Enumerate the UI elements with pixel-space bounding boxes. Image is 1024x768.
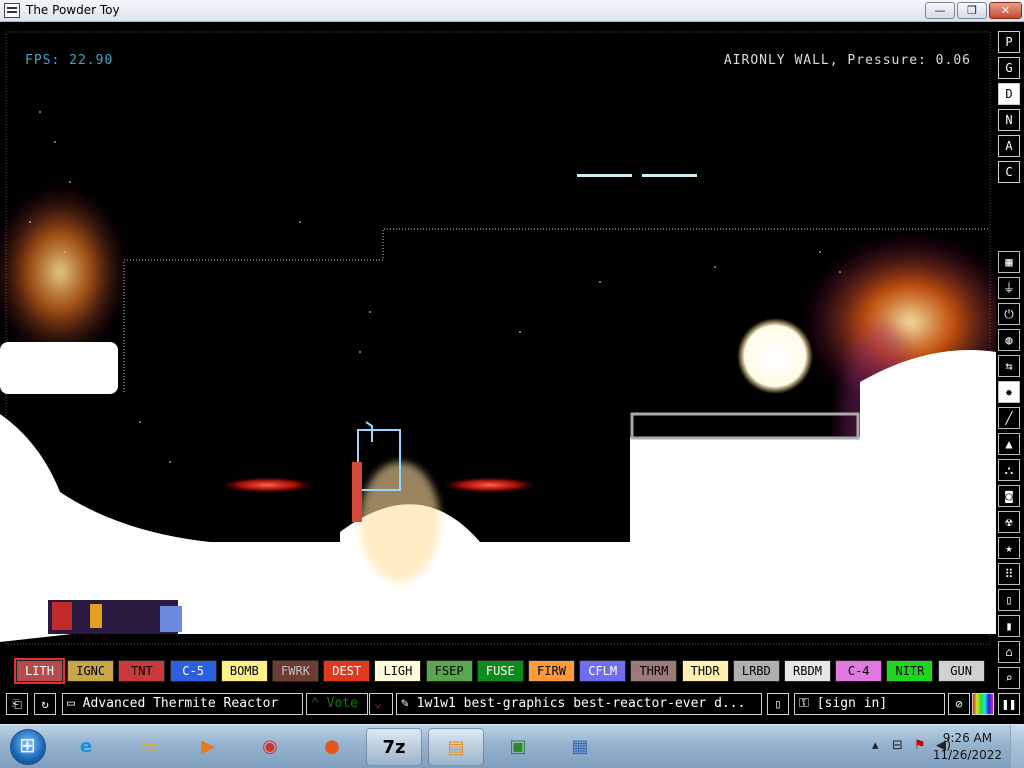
element-bomb[interactable]: BOMB (220, 660, 268, 682)
tags-text: 1w1w1 best-graphics best-reactor-ever d.… (416, 696, 746, 711)
special-icon[interactable]: ★ (998, 537, 1020, 559)
power-icon[interactable]: ⏻ (998, 303, 1020, 325)
element-fwrk[interactable]: FWRK (272, 660, 319, 682)
element-c-4[interactable]: C-4 (835, 660, 883, 682)
minimize-button[interactable]: — (925, 2, 955, 19)
clock-date: 11/26/2022 (932, 748, 1002, 762)
recent-icon[interactable]: ⌂ (998, 641, 1020, 663)
element-ignc[interactable]: IGNC (67, 660, 115, 682)
liquids-icon[interactable]: ▲ (998, 433, 1020, 455)
powder-toy-icon[interactable]: ▤ (428, 728, 484, 766)
element-lith[interactable]: LITH (14, 658, 65, 684)
window-title: The Powder Toy (26, 3, 120, 17)
media-player-icon[interactable]: ▶ (180, 728, 236, 766)
firefox-icon[interactable]: ● (304, 728, 360, 766)
tools-icon[interactable]: ▯ (998, 589, 1020, 611)
element-thrm[interactable]: THRM (630, 660, 678, 682)
explosives-icon[interactable]: ✸ (998, 381, 1020, 403)
element-cflm[interactable]: CFLM (579, 660, 627, 682)
windows-taskbar: e▭▶◉●7z▤▣▦ ▴ ⊟ ⚑ ◀) 9:26 AM 11/26/2022 (0, 724, 1024, 768)
save-name: Advanced Thermite Reactor (82, 696, 279, 711)
element-dest[interactable]: DEST (323, 660, 371, 682)
powders-icon[interactable]: ⛬ (998, 459, 1020, 481)
sign-in-label: [sign in] (816, 696, 888, 711)
action-center-icon[interactable]: ⚑ (914, 738, 926, 753)
network-status-icon[interactable]: ⊟ (892, 738, 903, 753)
vote-label: Vote (326, 696, 358, 711)
menu-button-a[interactable]: A (998, 135, 1020, 157)
element-nitr[interactable]: NITR (886, 660, 934, 682)
start-button[interactable] (2, 726, 54, 768)
simulation-render (0, 31, 996, 645)
vote-up-button[interactable]: ⌃ Vote (306, 693, 368, 715)
force-icon[interactable]: ⇆ (998, 355, 1020, 377)
element-tnt[interactable]: TNT (118, 660, 166, 682)
file-explorer-icon[interactable]: ▭ (120, 728, 176, 766)
show-desktop-button[interactable] (1010, 725, 1024, 768)
tags-button[interactable]: ✎ 1w1w1 best-graphics best-reactor-ever … (396, 693, 762, 715)
close-button[interactable]: ✕ (989, 2, 1022, 19)
chrome-icon[interactable]: ◉ (242, 728, 298, 766)
solids-icon[interactable]: ◙ (998, 485, 1020, 507)
clock[interactable]: 9:26 AM 11/26/2022 (933, 730, 1002, 764)
app-icon (4, 3, 20, 18)
system-tray: ▴ ⊟ ⚑ ◀) 9:26 AM 11/26/2022 (824, 725, 1024, 768)
element-fsep[interactable]: FSEP (425, 660, 473, 682)
search-icon[interactable]: ⌕ (998, 667, 1020, 689)
computer-icon[interactable]: ▣ (490, 728, 546, 766)
save-name-button[interactable]: ▭ Advanced Thermite Reactor (62, 693, 303, 715)
element-fuse[interactable]: FUSE (476, 660, 524, 682)
life-icon[interactable]: ⠿ (998, 563, 1020, 585)
element-rbdm[interactable]: RBDM (784, 660, 831, 682)
new-simulation-icon[interactable]: ▯ (767, 693, 789, 715)
reload-icon[interactable]: ↻ (34, 693, 56, 715)
key-icon: ⚿ (799, 696, 817, 711)
menu-button-n[interactable]: N (998, 109, 1020, 131)
thumbs-up-icon: ⌃ (311, 696, 327, 711)
open-save-icon[interactable]: ⎗ (6, 693, 28, 715)
element-palette: LITH IGNC TNT C-5 BOMB FWRK DEST LIGH FSEP FUSE FI… (0, 656, 996, 686)
walls-icon[interactable]: ▦ (998, 251, 1020, 273)
sensor-icon[interactable]: ◍ (998, 329, 1020, 351)
network-icon[interactable]: ▦ (552, 728, 608, 766)
element-thdr[interactable]: THDR (681, 660, 729, 682)
menu-button-d[interactable]: D (998, 83, 1020, 105)
radioactive-icon[interactable]: ☢ (998, 511, 1020, 533)
fps-counter: FPS: 22.90 (25, 53, 114, 68)
element-gun[interactable]: GUN (937, 660, 985, 682)
tag-icon: ✎ (401, 696, 417, 711)
menu-button-c[interactable]: C (998, 161, 1020, 183)
windows-logo-icon (10, 729, 46, 765)
display-mode-icon[interactable] (972, 693, 994, 715)
clock-time: 9:26 AM (942, 731, 993, 745)
menu-button-p[interactable]: P (998, 31, 1020, 53)
show-hidden-icons-icon[interactable]: ▴ (872, 738, 879, 753)
vote-down-button[interactable]: ⌄ (369, 693, 393, 715)
bottom-bar: ⎗ ↻ ▭ Advanced Thermite Reactor ⌃ Vote ⌄… (0, 690, 1024, 718)
element-c-5[interactable]: C-5 (169, 660, 217, 682)
cursor-status: AIRONLY WALL, Pressure: 0.06 (723, 53, 971, 68)
pause-icon[interactable]: ❚❚ (998, 693, 1020, 715)
title-bar: The Powder Toy — ❐ ✕ (0, 0, 1024, 22)
element-firw[interactable]: FIRW (528, 660, 575, 682)
gases-icon[interactable]: ╱ (998, 407, 1020, 429)
settings-icon[interactable]: ⊘ (948, 693, 970, 715)
sign-in-button[interactable]: ⚿ [sign in] (794, 693, 945, 715)
right-sidebar: P G D N A C ▦ ⏚ ⏻ ◍ ⇆ ✸ ╱ ▲ ⛬ ◙ ☢ ★ ⠿ ▯ ▮ ⌂ ⌕ (996, 22, 1024, 722)
element-lrbd[interactable]: LRBD (732, 660, 780, 682)
element-ligh[interactable]: LIGH (374, 660, 422, 682)
7zip-icon[interactable]: 7z (366, 728, 422, 766)
internet-explorer-icon[interactable]: e (58, 728, 114, 766)
menu-button-g[interactable]: G (998, 57, 1020, 79)
simulation-canvas[interactable]: FPS: 22.90 AIRONLY WALL, Pressure: 0.06 (0, 22, 996, 656)
favorites-icon[interactable]: ▮ (998, 615, 1020, 637)
electronics-icon[interactable]: ⏚ (998, 277, 1020, 299)
maximize-button[interactable]: ❐ (957, 2, 987, 19)
save-icon: ▭ (67, 696, 83, 711)
thumbs-down-icon: ⌄ (374, 696, 382, 711)
